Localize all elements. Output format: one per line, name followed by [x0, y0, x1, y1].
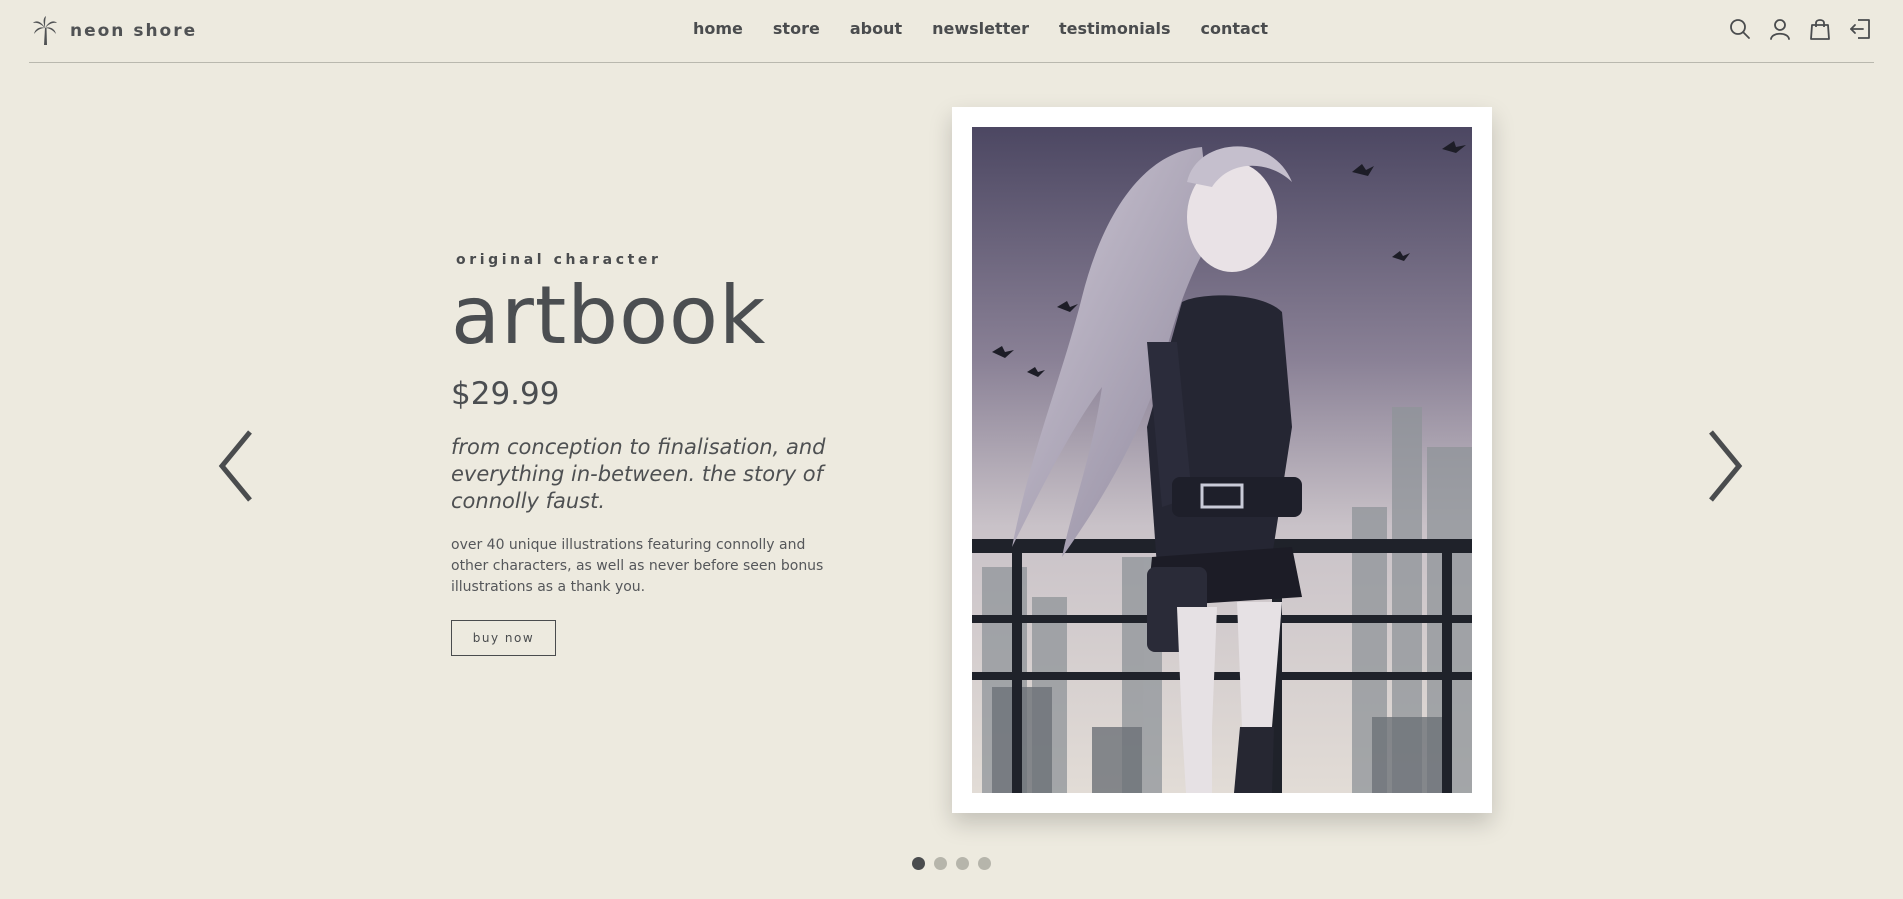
chevron-right-icon: [1705, 430, 1745, 506]
nav-item-newsletter[interactable]: newsletter: [932, 19, 1029, 38]
site-header: neon shore home store about newsletter t…: [0, 0, 1903, 62]
sign-out-icon[interactable]: [1849, 18, 1871, 40]
product-price: $29.99: [451, 376, 560, 412]
palm-tree-icon: [32, 16, 58, 46]
artwork-frame: [952, 107, 1492, 813]
hero-content: original character artbook $29.99 from c…: [451, 252, 851, 656]
chevron-left-icon: [216, 430, 256, 506]
carousel-dot-2[interactable]: [934, 857, 947, 870]
hero-title: artbook: [451, 269, 767, 362]
hero-tagline: from conception to finalisation, and eve…: [451, 435, 826, 513]
header-divider: [29, 62, 1874, 63]
hero-eyebrow: original character: [456, 252, 662, 268]
carousel-dot-4[interactable]: [978, 857, 991, 870]
nav-item-store[interactable]: store: [773, 19, 820, 38]
shopping-bag-icon[interactable]: [1809, 18, 1831, 40]
carousel-indicators: [912, 857, 991, 870]
main-nav: home store about newsletter testimonials…: [693, 19, 1268, 38]
user-icon[interactable]: [1769, 18, 1791, 40]
buy-now-button[interactable]: buy now: [451, 620, 556, 656]
carousel-prev-button[interactable]: [216, 430, 256, 502]
header-actions: [1729, 18, 1871, 40]
nav-item-home[interactable]: home: [693, 19, 743, 38]
nav-item-contact[interactable]: contact: [1201, 19, 1268, 38]
brand-logo[interactable]: neon shore: [32, 16, 197, 46]
artbook-cover-illustration: [972, 127, 1472, 793]
nav-item-about[interactable]: about: [850, 19, 902, 38]
carousel-next-button[interactable]: [1705, 430, 1745, 502]
search-icon[interactable]: [1729, 18, 1751, 40]
product-description: over 40 unique illustrations featuring c…: [451, 537, 824, 595]
nav-item-testimonials[interactable]: testimonials: [1059, 19, 1171, 38]
carousel-dot-1[interactable]: [912, 857, 925, 870]
brand-name: neon shore: [70, 21, 198, 41]
carousel-dot-3[interactable]: [956, 857, 969, 870]
